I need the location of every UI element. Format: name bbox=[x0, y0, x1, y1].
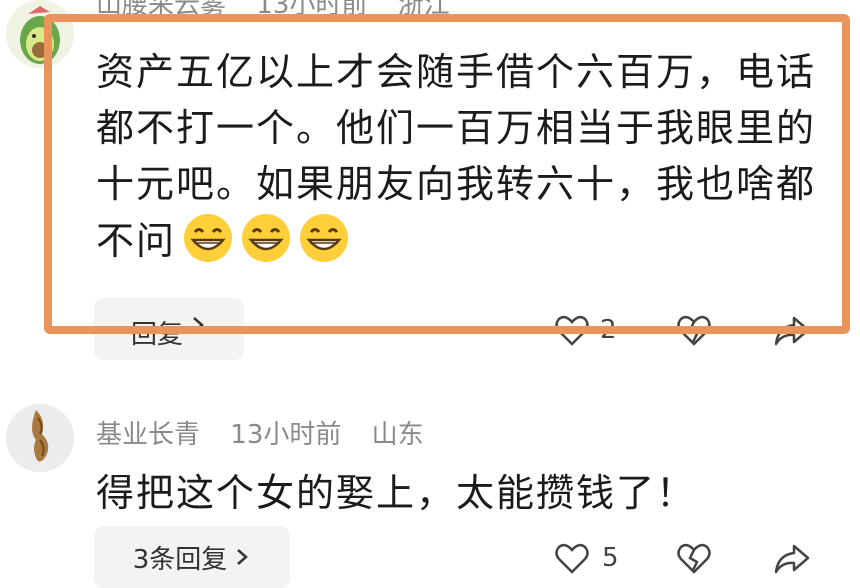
reply-button[interactable]: 回复 bbox=[94, 298, 244, 360]
avocado-avatar-icon bbox=[6, 0, 74, 68]
share-button[interactable] bbox=[772, 538, 812, 578]
share-button[interactable] bbox=[772, 310, 812, 350]
share-icon bbox=[774, 316, 810, 346]
grinning-face-icon bbox=[242, 214, 291, 262]
like-button[interactable]: 2 bbox=[552, 310, 617, 350]
comment-text: 资产五亿以上才会随手借个六百万，电话都不打一个。他们一百万相当于我眼里的十元吧。… bbox=[96, 44, 816, 269]
view-replies-button[interactable]: 3条回复 bbox=[94, 526, 290, 588]
comment-location: 浙江 bbox=[397, 0, 450, 20]
comment-location: 山东 bbox=[371, 420, 424, 450]
comment-meta: 山腰采云雾 13小时前 浙江 bbox=[96, 0, 472, 21]
comment-time: 13小时前 bbox=[230, 420, 342, 450]
reply-label: 回复 bbox=[130, 320, 183, 350]
comment-meta: 基业长青 13小时前 山东 bbox=[96, 414, 446, 451]
comment-time: 13小时前 bbox=[256, 0, 368, 20]
heart-icon bbox=[555, 315, 589, 346]
chevron-right-icon bbox=[193, 317, 204, 333]
broken-heart-icon bbox=[677, 543, 711, 574]
like-button[interactable]: 5 bbox=[552, 538, 619, 578]
reply-label: 3条回复 bbox=[132, 544, 228, 575]
grinning-face-icon bbox=[300, 214, 349, 262]
grinning-face-icon bbox=[184, 214, 233, 262]
comment-author[interactable]: 山腰采云雾 bbox=[96, 0, 226, 20]
avatar[interactable] bbox=[6, 0, 74, 68]
share-icon bbox=[774, 544, 810, 574]
chevron-right-icon bbox=[237, 549, 249, 565]
comment-text: 得把这个女的娶上，太能攒钱了！ bbox=[96, 471, 697, 515]
avatar[interactable] bbox=[6, 404, 74, 472]
dislike-button[interactable] bbox=[674, 310, 714, 350]
dislike-button[interactable] bbox=[674, 538, 714, 578]
broken-heart-icon bbox=[677, 315, 711, 346]
heart-icon bbox=[555, 543, 589, 574]
comment-author[interactable]: 基业长青 bbox=[96, 420, 200, 450]
like-count: 2 bbox=[600, 315, 617, 345]
like-count: 5 bbox=[602, 543, 619, 573]
ginseng-avatar-icon bbox=[6, 404, 74, 472]
